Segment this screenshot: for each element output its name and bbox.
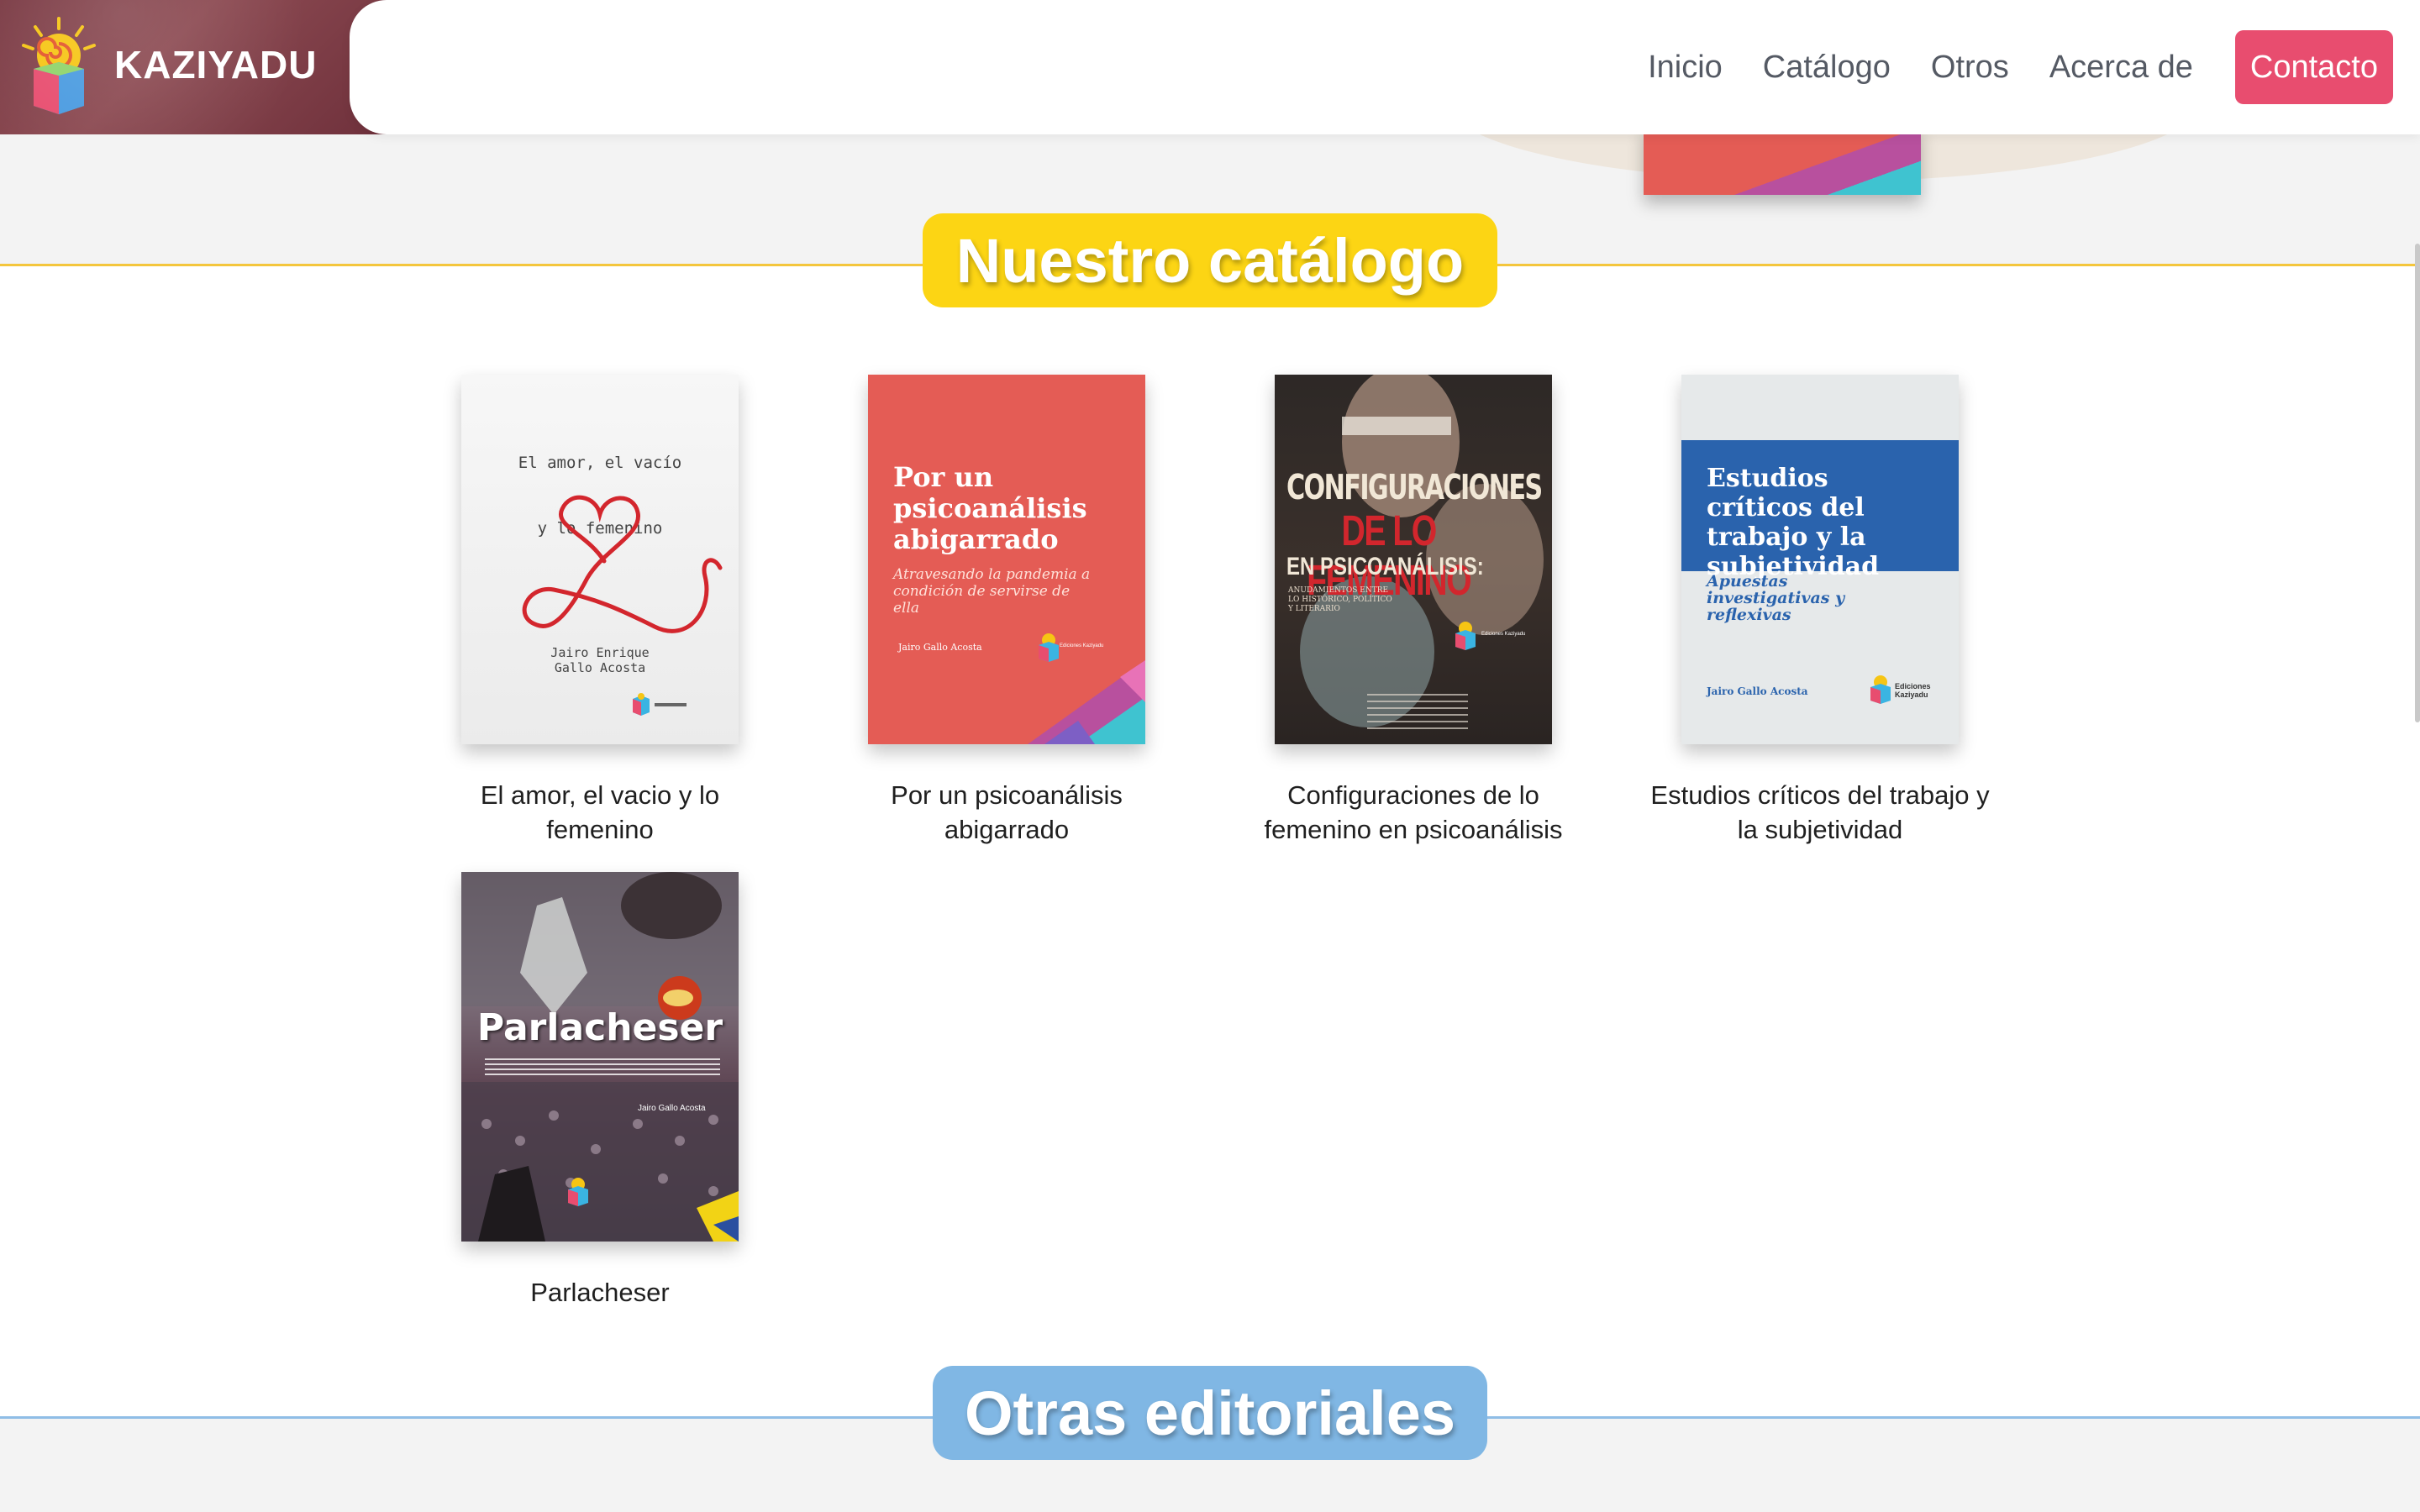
nav-acerca-de[interactable]: Acerca de (2049, 30, 2193, 104)
others-heading: Otras editoriales (933, 1366, 1487, 1460)
cover-title: CONFIGURACIONES (1286, 467, 1543, 507)
publisher-logo-icon (633, 693, 687, 716)
cover-pattern (1028, 660, 1145, 744)
cover-author: Jairo Enrique (550, 645, 650, 660)
cover-author: Gallo Acosta (554, 660, 646, 675)
contact-button[interactable]: Contacto (2234, 30, 2393, 104)
nav-inicio[interactable]: Inicio (1648, 30, 1723, 104)
brand-banner: KAZIYADU (0, 0, 403, 134)
hero-book-cover (1644, 126, 1921, 195)
book-title[interactable]: Parlacheser (424, 1275, 776, 1310)
book-card[interactable]: Por un psicoanálisis abigarrado Atravesa… (830, 375, 1183, 847)
cover-publisher: Ediciones Kaziyadu (1895, 682, 1931, 699)
cover-title: Parlacheser (476, 1006, 723, 1049)
cover-subtitle: Apuestas investigativas y reflexivas (1707, 572, 1845, 624)
cover-subtitle: Atravesando la pandemia a condición de s… (893, 566, 1091, 617)
nav-links: Inicio Catálogo Otros Acerca de Contacto (1648, 30, 2393, 104)
navbar: Inicio Catálogo Otros Acerca de Contacto (350, 0, 2420, 134)
cover-text: El amor, el vacío (518, 454, 682, 472)
book-card[interactable]: Parlacheser Jairo Gallo Acosta Parlaches… (424, 872, 776, 1310)
scrollbar-thumb[interactable] (2415, 244, 2420, 722)
cover-author: Jairo Gallo Acosta (1707, 685, 1808, 697)
nav-catalogo[interactable]: Catálogo (1763, 30, 1891, 104)
book-card[interactable]: El amor, el vacío y lo femenino Jairo En… (424, 375, 776, 847)
nav-otros[interactable]: Otros (1931, 30, 2009, 104)
publisher-logo-icon (1870, 675, 1891, 704)
book-title[interactable]: El amor, el vacio y lo femenino (424, 778, 776, 847)
kaziyadu-logo-icon[interactable] (18, 17, 99, 116)
cover-title: Por un psicoanálisis abigarrado (893, 461, 1087, 555)
red-ribbon-heart-icon (522, 495, 723, 633)
brand-name[interactable]: KAZIYADU (114, 42, 317, 87)
book-cover[interactable]: Estudios críticos del trabajo y la subje… (1681, 375, 1959, 744)
cover-title: EN PSICOANÁLISIS: (1286, 553, 1484, 580)
book-cover[interactable]: Por un psicoanálisis abigarrado Atravesa… (868, 375, 1145, 744)
book-card[interactable]: CONFIGURACIONES DE LO FEMENINO EN PSICOA… (1237, 375, 1590, 847)
catalog-heading: Nuestro catálogo (923, 213, 1497, 307)
book-card[interactable]: Estudios críticos del trabajo y la subje… (1644, 375, 1996, 847)
cover-author: Jairo Gallo Acosta (638, 1104, 706, 1113)
cover-subtitle-lines (485, 1058, 720, 1075)
catalog-section (0, 265, 2420, 1418)
cover-subtitle: ANUDAMIENTOS ENTRE LO HISTÓRICO, POLÍTIC… (1288, 586, 1392, 613)
book-cover[interactable]: Parlacheser Jairo Gallo Acosta (461, 872, 739, 1242)
cover-illustration (461, 872, 739, 1242)
cover-authors (1367, 694, 1468, 731)
book-cover[interactable]: CONFIGURACIONES DE LO FEMENINO EN PSICOA… (1275, 375, 1552, 744)
publisher-logo-icon (1455, 622, 1476, 650)
book-cover[interactable]: El amor, el vacío y lo femenino Jairo En… (461, 375, 739, 744)
book-title[interactable]: Estudios críticos del trabajo y la subje… (1644, 778, 1996, 847)
cover-publisher: Ediciones Kaziyadu (1481, 632, 1526, 637)
book-title[interactable]: Configuraciones de lo femenino en psicoa… (1237, 778, 1590, 847)
publisher-logo-icon (568, 1178, 588, 1206)
cover-title: Estudios críticos del trabajo y la subje… (1707, 464, 1880, 581)
book-title[interactable]: Por un psicoanálisis abigarrado (830, 778, 1183, 847)
